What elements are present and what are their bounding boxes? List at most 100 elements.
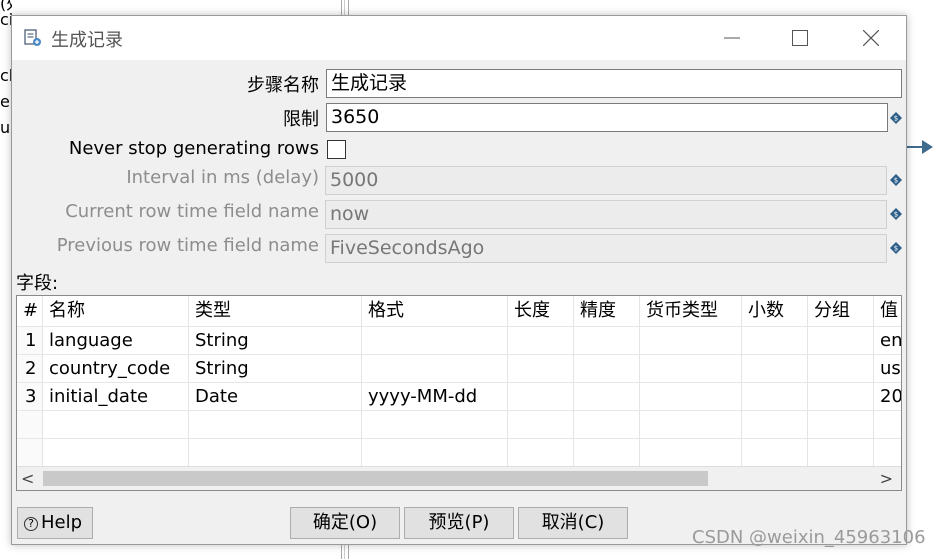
table-cell[interactable] (742, 439, 808, 467)
table-cell[interactable] (874, 439, 901, 467)
variable-diamond-icon[interactable]: $ (890, 208, 902, 220)
ok-button[interactable]: 确定(O) (290, 507, 400, 539)
column-header[interactable]: 值 (874, 296, 901, 326)
table-cell[interactable] (742, 411, 808, 439)
row-number (17, 411, 43, 439)
table-cell[interactable] (43, 439, 189, 467)
svg-text:$: $ (894, 177, 898, 185)
column-header[interactable]: 格式 (362, 296, 508, 326)
limit-field[interactable]: 3650 (326, 103, 888, 132)
scrollbar-thumb[interactable] (43, 471, 708, 486)
table-cell[interactable] (189, 411, 362, 439)
table-cell[interactable] (574, 439, 640, 467)
table-cell[interactable] (640, 411, 742, 439)
svg-text:$: $ (894, 115, 898, 123)
table-cell[interactable] (808, 355, 874, 383)
column-header[interactable]: # (17, 296, 43, 326)
minimize-button[interactable] (709, 22, 755, 54)
variable-diamond-icon[interactable]: $ (890, 112, 902, 124)
variable-diamond-icon[interactable]: $ (890, 174, 902, 186)
table-cell[interactable] (640, 439, 742, 467)
table-row[interactable] (17, 438, 901, 467)
scroll-right-icon[interactable]: > (880, 469, 893, 488)
scroll-left-icon[interactable]: < (21, 469, 34, 488)
column-header[interactable]: 类型 (189, 296, 362, 326)
close-icon (863, 30, 879, 46)
horizontal-scrollbar[interactable]: < > (17, 466, 901, 490)
table-cell[interactable] (362, 411, 508, 439)
table-cell[interactable] (574, 355, 640, 383)
table-cell[interactable] (189, 439, 362, 467)
table-cell[interactable] (574, 411, 640, 439)
table-cell[interactable] (640, 327, 742, 355)
table-cell[interactable] (640, 355, 742, 383)
help-button-label: Help (41, 512, 83, 533)
never-stop-label: Never stop generating rows (68, 138, 319, 159)
column-header[interactable]: 名称 (43, 296, 189, 326)
table-cell[interactable] (508, 383, 574, 411)
maximize-button[interactable] (777, 22, 823, 54)
current-row-time-label: Current row time field name (65, 201, 319, 222)
table-cell[interactable] (508, 439, 574, 467)
variable-diamond-icon[interactable]: $ (890, 242, 902, 254)
minimize-icon (724, 37, 740, 39)
current-row-time-field[interactable]: now (325, 200, 887, 229)
table-cell[interactable]: en (874, 327, 901, 355)
table-row[interactable]: 3 initial_date Date yyyy-MM-dd 20 (17, 382, 901, 411)
table-cell[interactable]: yyyy-MM-dd (362, 383, 508, 411)
column-header[interactable]: 长度 (508, 296, 574, 326)
fields-table[interactable]: # 名称 类型 格式 长度 精度 货币类型 小数 分组值 1 language String en 2 c… (16, 295, 902, 491)
maximize-icon (792, 30, 808, 46)
table-row[interactable]: 2 country_code String us (17, 354, 901, 383)
table-cell[interactable] (640, 383, 742, 411)
table-cell[interactable] (508, 327, 574, 355)
table-cell[interactable] (574, 327, 640, 355)
table-cell[interactable] (742, 327, 808, 355)
generate-rows-icon (24, 29, 41, 46)
table-cell[interactable] (742, 383, 808, 411)
svg-text:$: $ (894, 245, 898, 253)
table-cell[interactable] (808, 383, 874, 411)
table-cell[interactable] (808, 411, 874, 439)
never-stop-checkbox[interactable] (327, 140, 346, 159)
column-header[interactable]: 货币类型 (640, 296, 742, 326)
table-cell[interactable] (808, 439, 874, 467)
close-button[interactable] (848, 22, 894, 54)
table-cell[interactable]: initial_date (43, 383, 189, 411)
table-cell[interactable] (362, 439, 508, 467)
table-cell[interactable]: Date (189, 383, 362, 411)
column-header[interactable]: 分组 (808, 296, 874, 326)
column-header[interactable]: 小数 (742, 296, 808, 326)
preview-button[interactable]: 预览(P) (404, 507, 514, 539)
table-cell[interactable] (574, 383, 640, 411)
table-row[interactable]: 1 language String en (17, 326, 901, 355)
title-bar[interactable]: 生成记录 (12, 16, 906, 60)
table-cell[interactable]: 20 (874, 383, 901, 411)
table-cell[interactable] (508, 355, 574, 383)
table-row[interactable] (17, 410, 901, 439)
table-cell[interactable]: String (189, 355, 362, 383)
svg-text:$: $ (894, 211, 898, 219)
table-cell[interactable]: language (43, 327, 189, 355)
table-cell[interactable] (362, 327, 508, 355)
cancel-button[interactable]: 取消(C) (518, 507, 628, 539)
table-cell[interactable] (808, 327, 874, 355)
table-cell[interactable]: country_code (43, 355, 189, 383)
previous-row-time-field[interactable]: FiveSecondsAgo (325, 234, 887, 263)
row-number (17, 439, 43, 467)
table-cell[interactable] (43, 411, 189, 439)
table-cell[interactable] (874, 411, 901, 439)
dialog-title: 生成记录 (51, 30, 123, 51)
step-name-field[interactable]: 生成记录 (326, 69, 902, 98)
fields-section-label: 字段: (16, 273, 59, 294)
generate-rows-dialog: 生成记录 步骤名称 生成记录 限制 3650 $ Never stop gene… (11, 15, 907, 545)
column-header[interactable]: 精度 (574, 296, 640, 326)
help-button[interactable]: ? Help (17, 507, 93, 539)
table-cell[interactable]: String (189, 327, 362, 355)
interval-label: Interval in ms (delay) (126, 167, 319, 188)
interval-field[interactable]: 5000 (325, 166, 887, 195)
table-cell[interactable] (742, 355, 808, 383)
table-cell[interactable] (362, 355, 508, 383)
table-cell[interactable] (508, 411, 574, 439)
table-cell[interactable]: us (874, 355, 901, 383)
